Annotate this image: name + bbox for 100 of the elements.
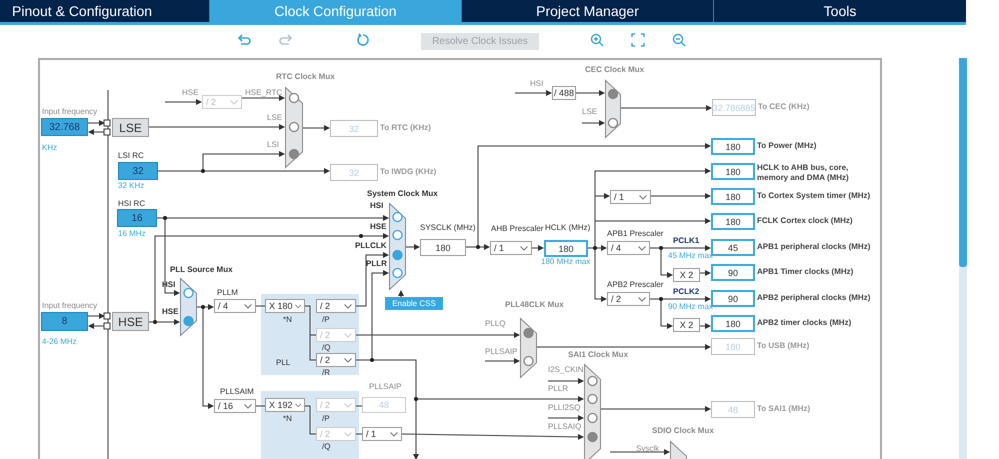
frequency-input[interactable]: 32 [118, 162, 158, 180]
mux-radio[interactable] [392, 268, 403, 278]
prescaler-dropdown[interactable]: / 1 [362, 427, 402, 441]
mux-input-label: HSI [370, 201, 384, 211]
mux-radio[interactable] [288, 148, 300, 160]
frequency-field[interactable]: 90 [711, 290, 755, 307]
output-label: To RTC (KHz) [380, 123, 431, 133]
mux-input-label: HSE_RTC [245, 88, 282, 98]
mux-input-label: LSE [267, 113, 282, 123]
output-label: To USB (MHz) [757, 341, 810, 351]
zoom-out-icon[interactable] [672, 33, 686, 47]
mux-radio[interactable] [523, 328, 534, 338]
refresh-icon[interactable] [356, 33, 370, 47]
unit-label: KHz [42, 143, 58, 153]
mux-title: PLL Source Mux [170, 265, 233, 275]
prescaler-label: APB1 Prescaler [607, 229, 664, 239]
prescaler-dropdown[interactable]: X 180 [265, 299, 305, 313]
multiplier-value: X 2 [673, 318, 700, 332]
divider-caption: *N [283, 414, 292, 424]
mux-radio[interactable] [608, 88, 618, 100]
frequency-field[interactable]: 180 [711, 315, 755, 332]
prescaler-dropdown[interactable]: / 16 [214, 399, 256, 413]
mux-input-label: PLLCLK [355, 241, 387, 251]
mux-radio[interactable] [392, 250, 403, 260]
mux-radio[interactable] [183, 288, 194, 298]
prescaler-dropdown[interactable]: / 4 [214, 299, 256, 313]
frequency-field[interactable]: 180 [711, 188, 755, 205]
prescaler-dropdown[interactable]: / 4 [607, 241, 650, 255]
multiplier-value: X 2 [673, 268, 700, 282]
divider-caption: *N [283, 315, 292, 325]
source-label: LSI RC [118, 151, 144, 161]
oscillator-block[interactable]: HSE [112, 312, 149, 331]
mux-input-label: LSE [582, 107, 598, 117]
prescaler-dropdown[interactable]: / 2 [316, 299, 356, 313]
mux-input-label: PLLI2SQ [548, 403, 580, 413]
divider-caption: /Q [322, 442, 330, 452]
source-label: Input frequency [42, 301, 98, 311]
divider-value: / 488 [552, 86, 576, 100]
pclk-label: PCLK1 [673, 236, 700, 246]
mux-radio[interactable] [392, 230, 403, 240]
tab[interactable]: Project Manager [462, 0, 714, 22]
output-label: To CEC (KHz) [758, 102, 810, 112]
max-note: 180 MHz max [541, 257, 590, 267]
undo-icon[interactable] [238, 34, 252, 46]
frequency-field[interactable]: 180 [711, 163, 755, 180]
prescaler-dropdown[interactable]: / 2 [607, 292, 650, 306]
tab[interactable]: Tools [714, 0, 966, 22]
output-label: APB2 timer clocks (MHz) [757, 318, 852, 328]
mux-radio[interactable] [587, 376, 598, 386]
mux-radio[interactable] [288, 122, 300, 132]
mux-radio[interactable] [587, 432, 598, 442]
scrollbar[interactable] [959, 58, 967, 459]
mux-radio[interactable] [587, 412, 598, 424]
frequency-field[interactable]: 180 [544, 240, 588, 257]
chevron-icon [344, 332, 352, 338]
prescaler-dropdown[interactable]: / 2 [316, 353, 356, 367]
frequency-field[interactable]: 180 [711, 213, 755, 230]
frequency-input[interactable]: 8 [41, 312, 88, 331]
fit-screen-icon[interactable] [631, 33, 645, 47]
prescaler-label: PLLSAIM [220, 387, 254, 397]
divider-caption: /R [322, 368, 330, 378]
output-label: FCLK Cortex clock (MHz) [757, 216, 853, 226]
frequency-field[interactable]: 45 [711, 239, 755, 256]
redo-icon[interactable] [278, 34, 292, 46]
pll-label: PLL [276, 358, 290, 368]
mux-body [670, 440, 687, 459]
scrollbar-thumb[interactable] [959, 58, 967, 267]
mux-radio[interactable] [523, 356, 534, 366]
frequency-field[interactable]: 90 [711, 264, 755, 281]
chevron-icon [520, 246, 528, 250]
frequency-label: HCLK (MHz) [545, 223, 590, 233]
chevron-icon [639, 194, 647, 200]
chevron-icon [344, 432, 352, 436]
divider-caption: /Q [322, 343, 330, 353]
frequency-field[interactable]: 180 [711, 138, 755, 155]
chevron-icon [294, 402, 301, 408]
prescaler-dropdown[interactable]: X 192 [265, 398, 305, 412]
prescaler-dropdown[interactable]: / 1 [490, 241, 532, 255]
chevron-icon [244, 304, 252, 308]
mux-radio[interactable] [392, 212, 403, 222]
mux-radio[interactable] [183, 316, 194, 326]
mux-input-label: HSE [370, 222, 386, 232]
frequency-input[interactable]: 32.768 [41, 118, 88, 136]
mux-input-label: PLLSAIP [485, 347, 518, 357]
zoom-in-icon[interactable] [590, 33, 604, 47]
mux-input-label: LSI [267, 140, 280, 150]
mux-radio[interactable] [288, 92, 300, 104]
frequency-input[interactable]: 16 [117, 209, 157, 227]
prescaler-dropdown[interactable]: / 1 [610, 190, 651, 204]
mux-input-label: HSE [162, 307, 178, 317]
prescaler-label: PLLM [217, 288, 238, 298]
mux-radio[interactable] [587, 394, 598, 404]
divider-caption: /P [322, 315, 330, 325]
mux-title: CEC Clock Mux [585, 65, 644, 75]
output-label: APB1 peripheral clocks (MHz) [757, 242, 870, 252]
chevron-icon [244, 404, 252, 408]
mux-radio[interactable] [608, 118, 618, 128]
frequency-field[interactable]: 180 [420, 239, 466, 256]
oscillator-block[interactable]: LSE [112, 118, 149, 137]
chevron-icon [230, 100, 238, 104]
